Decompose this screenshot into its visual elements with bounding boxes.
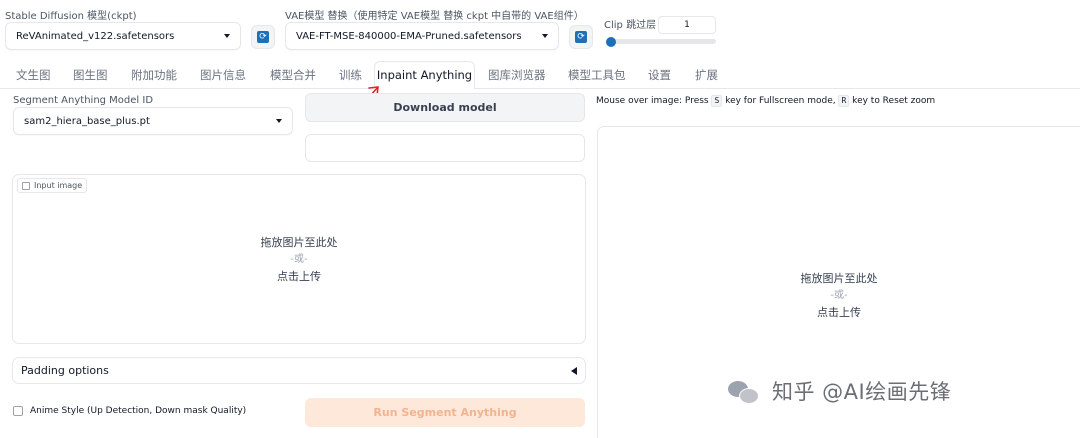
tab-inpaint-anything[interactable]: Inpaint Anything xyxy=(374,61,475,89)
download-status-box xyxy=(305,134,585,162)
input-image-badge: Input image xyxy=(17,178,88,193)
input-image-dropzone-text: 拖放图片至此处 -或- 点击上传 xyxy=(13,234,585,285)
tab-model-merge[interactable]: 模型合并 xyxy=(270,67,316,83)
input-image-panel[interactable]: Input image 拖放图片至此处 -或- 点击上传 xyxy=(12,174,586,344)
sam-model-value: sam2_hiera_base_plus.pt xyxy=(24,115,150,127)
clip-label: Clip 跳过层 xyxy=(604,20,657,31)
input-image-label: Input image xyxy=(34,181,83,190)
padding-options-accordion[interactable]: Padding options xyxy=(12,357,586,384)
checkpoint-value: ReVAnimated_v122.safetensors xyxy=(16,30,175,42)
tab-png-info[interactable]: 图片信息 xyxy=(200,67,246,83)
checkpoint-label: Stable Diffusion 模型(ckpt) xyxy=(5,11,137,22)
tab-txt2img[interactable]: 文生图 xyxy=(16,67,51,83)
hint-key-r: R xyxy=(838,95,850,107)
tab-gallery-browser[interactable]: 图库浏览器 xyxy=(488,67,546,83)
vae-label: VAE模型 替换（使用特定 VAE模型 替换 ckpt 中自带的 VAE组件） xyxy=(285,11,584,22)
image-icon xyxy=(22,181,30,190)
anime-style-checkbox[interactable] xyxy=(13,406,23,416)
drop-or: -或- xyxy=(830,290,848,301)
watermark-text: 知乎 @AI绘画先锋 xyxy=(772,380,952,404)
sam-model-label: Segment Anything Model ID xyxy=(13,95,154,106)
tabs-divider xyxy=(0,88,1080,89)
sam-model-dropdown[interactable]: sam2_hiera_base_plus.pt xyxy=(13,107,293,135)
run-segment-anything-button[interactable]: Run Segment Anything xyxy=(305,398,585,427)
anime-style-label: Anime Style (Up Detection, Down mask Qua… xyxy=(30,406,247,416)
vae-refresh-button[interactable]: ⟳ xyxy=(569,25,593,49)
padding-options-label: Padding options xyxy=(21,364,109,377)
tab-extras[interactable]: 附加功能 xyxy=(131,67,177,83)
zoom-hint: Mouse over image: Press S key for Fullsc… xyxy=(596,95,935,107)
chevron-down-icon xyxy=(276,119,282,123)
drop-line2: 点击上传 xyxy=(817,306,861,319)
vae-value: VAE-FT-MSE-840000-EMA-Pruned.safetensors xyxy=(296,30,522,42)
refresh-icon: ⟳ xyxy=(575,31,587,43)
checkpoint-dropdown[interactable]: ReVAnimated_v122.safetensors xyxy=(5,22,241,50)
hint-pre: Mouse over image: Press xyxy=(596,96,709,106)
clip-slider[interactable] xyxy=(606,36,716,47)
output-image-dropzone-text: 拖放图片至此处 -或- 点击上传 xyxy=(598,270,1080,321)
drop-line1: 拖放图片至此处 xyxy=(800,272,878,285)
tab-extensions[interactable]: 扩展 xyxy=(695,67,718,83)
hint-post: key to Reset zoom xyxy=(852,96,936,106)
clip-slider-thumb[interactable] xyxy=(606,36,616,47)
refresh-icon: ⟳ xyxy=(257,31,269,43)
chevron-down-icon xyxy=(224,34,230,38)
hint-key-s: S xyxy=(711,95,723,107)
download-model-button[interactable]: Download model xyxy=(305,93,585,122)
drop-line1: 拖放图片至此处 xyxy=(260,236,338,249)
tab-settings[interactable]: 设置 xyxy=(648,67,671,83)
tab-model-toolkit[interactable]: 模型工具包 xyxy=(568,67,626,83)
wechat-logo-icon xyxy=(728,379,759,405)
drop-line2: 点击上传 xyxy=(277,270,321,283)
tab-img2img[interactable]: 图生图 xyxy=(73,67,108,83)
checkpoint-refresh-button[interactable]: ⟳ xyxy=(251,25,275,49)
drop-or: -或- xyxy=(290,254,308,265)
chevron-down-icon xyxy=(542,34,548,38)
hint-mid: key for Fullscreen mode, xyxy=(725,96,836,106)
chevron-left-icon xyxy=(571,366,577,375)
clip-number-input[interactable]: 1 xyxy=(658,16,716,34)
vae-dropdown[interactable]: VAE-FT-MSE-840000-EMA-Pruned.safetensors xyxy=(285,22,559,50)
